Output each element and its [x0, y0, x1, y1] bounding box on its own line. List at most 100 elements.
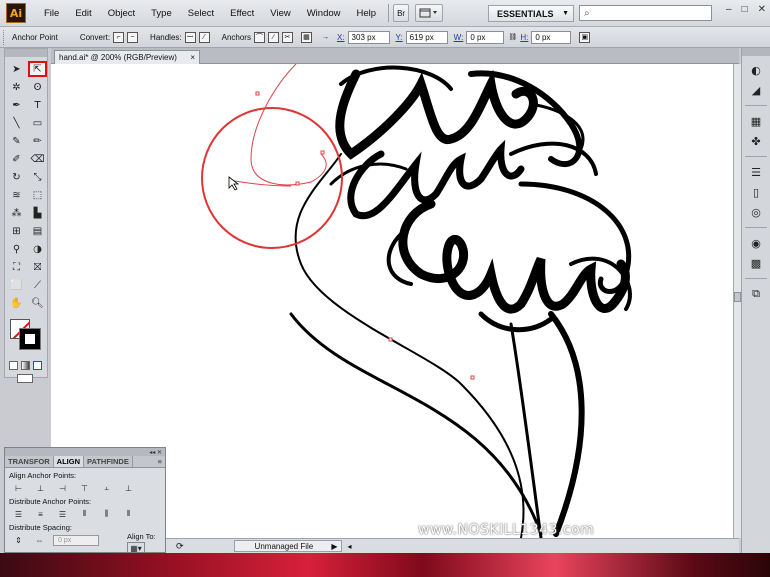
slice-tool-icon[interactable]: ⟋: [28, 277, 47, 293]
play-icon[interactable]: ◂: [348, 542, 352, 551]
reference-point-icon[interactable]: ▦: [300, 31, 312, 43]
w-field[interactable]: 0 px: [466, 30, 505, 44]
appearance-panel-icon[interactable]: ◉: [748, 235, 764, 251]
align-left-icon[interactable]: ⊢: [11, 482, 26, 494]
selected-path[interactable]: [250, 64, 327, 186]
blob-brush-tool-icon[interactable]: ✐: [7, 151, 26, 167]
align-top-icon[interactable]: ⊤: [77, 482, 92, 494]
eraser-tool-icon[interactable]: ⌫: [28, 151, 47, 167]
eyedropper-tool-icon[interactable]: ⚲: [7, 241, 26, 257]
close-icon[interactable]: ×: [190, 53, 195, 62]
none-mode-icon[interactable]: [33, 361, 42, 370]
gradient-mode-icon[interactable]: [21, 361, 30, 370]
symbol-sprayer-tool-icon[interactable]: ⁂: [7, 205, 26, 221]
blend-tool-icon[interactable]: ◑: [28, 241, 47, 257]
scale-tool-icon[interactable]: ⤡: [28, 169, 47, 185]
constrain-link-icon[interactable]: ⛓: [507, 32, 518, 43]
screen-mode-icon[interactable]: [17, 374, 33, 383]
tab-transform[interactable]: TRANSFOR: [5, 456, 54, 467]
align-bottom-icon[interactable]: ⊥: [121, 482, 136, 494]
live-paint-tool-icon[interactable]: ⛶: [7, 259, 26, 275]
selection-tool-icon[interactable]: ➤: [7, 61, 26, 77]
rotate-tool-icon[interactable]: ↻: [7, 169, 26, 185]
maximize-icon[interactable]: □: [742, 4, 748, 15]
magic-wand-tool-icon[interactable]: ✲: [7, 79, 26, 95]
distribute-vcenter-icon[interactable]: ≡: [33, 508, 48, 520]
stroke-swatch[interactable]: [19, 328, 41, 350]
tools-panel-header[interactable]: [5, 49, 47, 57]
layers-panel-icon[interactable]: ⧉: [748, 286, 764, 302]
x-field[interactable]: 303 px: [347, 30, 390, 44]
search-input[interactable]: ⌕: [579, 5, 712, 21]
menu-object[interactable]: Object: [100, 8, 143, 19]
transparency-panel-icon[interactable]: ◎: [748, 204, 764, 220]
paintbrush-tool-icon[interactable]: ✎: [7, 133, 26, 149]
hide-handles-icon[interactable]: ⁄: [198, 31, 210, 43]
file-status-dropdown[interactable]: Unmanaged File ▶: [233, 540, 342, 552]
menu-select[interactable]: Select: [180, 8, 222, 19]
mesh-tool-icon[interactable]: ⊞: [7, 223, 26, 239]
arrange-documents-button[interactable]: [415, 4, 444, 22]
h-field[interactable]: 0 px: [531, 30, 572, 44]
pen-tool-icon[interactable]: ✒: [7, 97, 26, 113]
workspace-switcher[interactable]: ESSENTIALS ▼: [488, 5, 574, 22]
align-panel-header[interactable]: ◂◂ ✕: [5, 448, 165, 456]
brushes-panel-icon[interactable]: ✤: [748, 133, 764, 149]
color-panel-icon[interactable]: ◐: [748, 62, 764, 78]
gradient-panel-icon[interactable]: ▯: [748, 184, 764, 200]
distribute-top-icon[interactable]: ☰: [11, 508, 26, 520]
rectangle-tool-icon[interactable]: ▭: [28, 115, 47, 131]
transform-icon[interactable]: →: [320, 32, 331, 43]
graphic-styles-icon[interactable]: ▩: [748, 255, 764, 271]
close-icon[interactable]: ✕: [758, 4, 766, 15]
cut-path-icon[interactable]: ✂: [281, 31, 293, 43]
distribute-left-icon[interactable]: ⫴: [77, 508, 92, 520]
minimize-icon[interactable]: –: [726, 4, 732, 15]
show-handles-icon[interactable]: ꟷ: [184, 31, 196, 43]
menu-view[interactable]: View: [262, 8, 298, 19]
distribute-hcenter-icon[interactable]: ⫼: [99, 508, 114, 520]
connect-anchor-icon[interactable]: ∕: [267, 31, 279, 43]
lasso-tool-icon[interactable]: ʘ: [28, 79, 47, 95]
panel-grip[interactable]: [3, 29, 6, 45]
remove-anchor-icon[interactable]: ⌒: [253, 31, 265, 43]
distribute-vspace-icon[interactable]: ⇕: [11, 534, 26, 546]
vertical-scrollbar[interactable]: [733, 64, 741, 538]
tab-align[interactable]: ALIGN: [53, 456, 85, 467]
y-field[interactable]: 619 px: [405, 30, 448, 44]
menu-window[interactable]: Window: [299, 8, 349, 19]
distribute-hspace-icon[interactable]: ⇔: [32, 534, 47, 546]
panel-menu-icon[interactable]: ≡: [155, 456, 165, 467]
menu-type[interactable]: Type: [143, 8, 180, 19]
swatches-panel-icon[interactable]: ▦: [748, 113, 764, 129]
hand-tool-icon[interactable]: ✋: [7, 295, 26, 311]
collapse-icon[interactable]: ◂◂ ✕: [149, 449, 162, 456]
menu-help[interactable]: Help: [349, 8, 385, 19]
align-vcenter-icon[interactable]: ⫠: [99, 482, 114, 494]
line-tool-icon[interactable]: ╲: [7, 115, 26, 131]
free-transform-tool-icon[interactable]: ⬚: [28, 187, 47, 203]
gradient-tool-icon[interactable]: ▤: [28, 223, 47, 239]
lettering-and[interactable]: [347, 139, 525, 220]
stroke-panel-icon[interactable]: ☰: [748, 164, 764, 180]
rotate-view-icon[interactable]: ⟳: [176, 541, 184, 552]
artboard-tool-icon[interactable]: ⬜: [7, 277, 26, 293]
menu-file[interactable]: File: [36, 8, 67, 19]
live-paint-selection-icon[interactable]: ⛝: [28, 259, 47, 275]
color-mode-icon[interactable]: [9, 361, 18, 370]
isolate-icon[interactable]: ▣: [579, 31, 591, 43]
graph-tool-icon[interactable]: ▙: [28, 205, 47, 221]
convert-smooth-icon[interactable]: ~: [127, 31, 139, 43]
align-hcenter-icon[interactable]: ⊥: [33, 482, 48, 494]
tab-pathfinder[interactable]: PATHFINDE: [84, 456, 133, 467]
spacing-field[interactable]: 0 px: [53, 534, 99, 546]
bridge-button[interactable]: Br: [393, 4, 410, 22]
menu-effect[interactable]: Effect: [222, 8, 262, 19]
scroll-thumb[interactable]: [734, 292, 741, 302]
color-guide-icon[interactable]: ◢: [748, 82, 764, 98]
document-tab[interactable]: hand.ai* @ 200% (RGB/Preview) ×: [54, 50, 200, 64]
distribute-bottom-icon[interactable]: ☰: [55, 508, 70, 520]
pencil-tool-icon[interactable]: ✏: [28, 133, 47, 149]
type-tool-icon[interactable]: T: [28, 97, 47, 113]
align-right-icon[interactable]: ⊣: [55, 482, 70, 494]
